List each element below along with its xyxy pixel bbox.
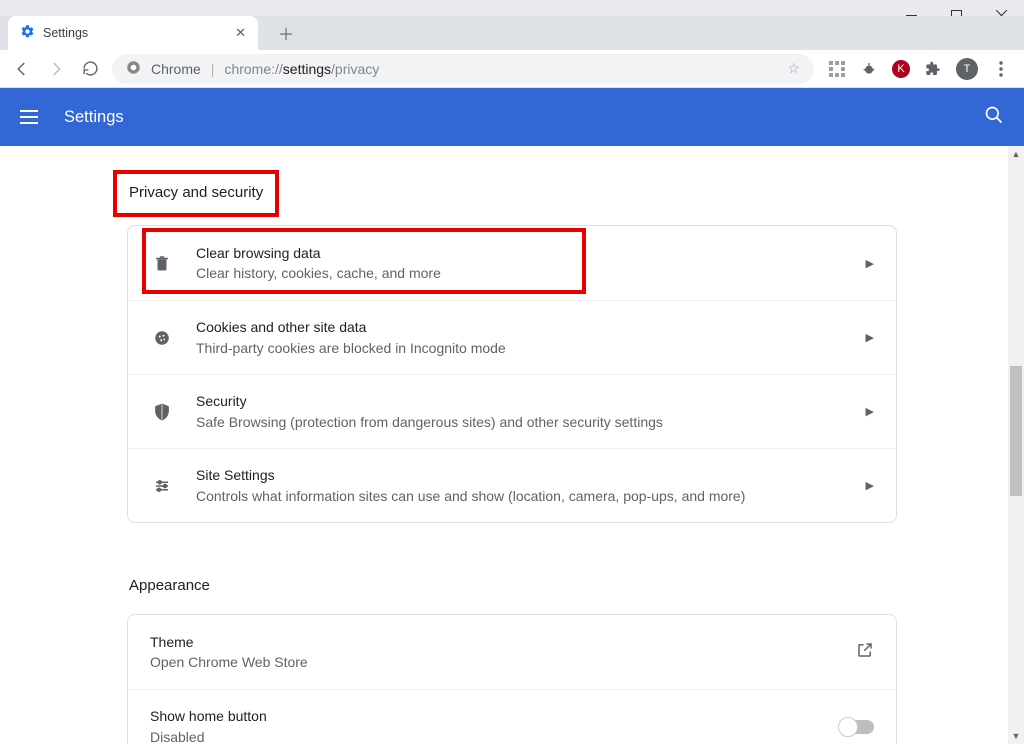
trash-icon (150, 251, 174, 275)
row-subtitle: Controls what information sites can use … (196, 486, 844, 506)
row-subtitle: Clear history, cookies, cache, and more (196, 263, 844, 283)
row-site-settings[interactable]: Site Settings Controls what information … (128, 448, 896, 522)
tab-title: Settings (43, 26, 88, 40)
cookie-icon (150, 326, 174, 350)
chrome-label: Chrome (151, 61, 201, 77)
toggle-switch[interactable] (840, 720, 874, 734)
privacy-card: Clear browsing data Clear history, cooki… (127, 225, 897, 523)
bug-icon[interactable] (860, 60, 878, 78)
row-subtitle: Safe Browsing (protection from dangerous… (196, 412, 844, 432)
row-show-home-button[interactable]: Show home button Disabled (128, 689, 896, 744)
qr-icon[interactable] (828, 60, 846, 78)
gear-icon (20, 24, 35, 42)
sliders-icon (150, 474, 174, 498)
separator: | (211, 61, 215, 77)
settings-title: Settings (64, 108, 124, 127)
new-tab-button[interactable]: ＋ (272, 19, 300, 47)
row-title: Theme (150, 632, 834, 652)
row-subtitle: Open Chrome Web Store (150, 652, 834, 672)
row-title: Cookies and other site data (196, 317, 844, 337)
settings-header: Settings (0, 88, 1024, 146)
row-title: Clear browsing data (196, 243, 844, 263)
search-icon[interactable] (984, 105, 1004, 130)
scroll-up-icon[interactable]: ▲ (1008, 146, 1024, 162)
menu-icon[interactable] (20, 105, 44, 129)
chevron-right-icon: ▶ (866, 405, 874, 418)
profile-avatar[interactable]: T (956, 58, 978, 80)
tab-close-icon[interactable]: ✕ (235, 25, 246, 41)
row-subtitle: Third-party cookies are blocked in Incog… (196, 338, 844, 358)
row-cookies[interactable]: Cookies and other site data Third-party … (128, 300, 896, 374)
chevron-right-icon: ▶ (866, 479, 874, 492)
window-titlebar (0, 0, 1024, 16)
toolbar-actions: K T (824, 58, 1014, 80)
url-text: chrome://settings/privacy (224, 61, 379, 77)
tab-strip: Settings ✕ ＋ (0, 16, 1024, 50)
vertical-scrollbar[interactable]: ▲ ▼ (1008, 146, 1024, 744)
bookmark-star-icon[interactable]: ☆ (787, 60, 800, 77)
section-heading-appearance: Appearance (127, 567, 897, 614)
forward-button[interactable] (44, 57, 68, 81)
row-title: Show home button (150, 706, 818, 726)
section-heading-privacy: Privacy and security (129, 184, 263, 201)
scroll-down-icon[interactable]: ▼ (1008, 728, 1024, 744)
open-external-icon (856, 641, 874, 664)
highlight-box: Privacy and security (113, 170, 279, 217)
row-theme[interactable]: Theme Open Chrome Web Store (128, 615, 896, 689)
row-security[interactable]: Security Safe Browsing (protection from … (128, 374, 896, 448)
chrome-icon (126, 60, 141, 78)
content-area: Privacy and security Clear browsing data… (0, 146, 1024, 744)
menu-dots-icon[interactable] (992, 60, 1010, 78)
browser-tab-settings[interactable]: Settings ✕ (8, 16, 258, 50)
row-title: Security (196, 391, 844, 411)
address-bar[interactable]: Chrome | chrome://settings/privacy ☆ (112, 54, 814, 84)
row-title: Site Settings (196, 465, 844, 485)
back-button[interactable] (10, 57, 34, 81)
browser-toolbar: Chrome | chrome://settings/privacy ☆ K T (0, 50, 1024, 88)
chevron-right-icon: ▶ (866, 257, 874, 270)
scrollbar-thumb[interactable] (1010, 366, 1022, 496)
shield-icon (150, 400, 174, 424)
reload-button[interactable] (78, 57, 102, 81)
chevron-right-icon: ▶ (866, 331, 874, 344)
row-subtitle: Disabled (150, 727, 818, 744)
extension-k-icon[interactable]: K (892, 60, 910, 78)
extensions-puzzle-icon[interactable] (924, 60, 942, 78)
appearance-card: Theme Open Chrome Web Store Show home bu… (127, 614, 897, 744)
row-clear-browsing-data[interactable]: Clear browsing data Clear history, cooki… (128, 226, 896, 300)
